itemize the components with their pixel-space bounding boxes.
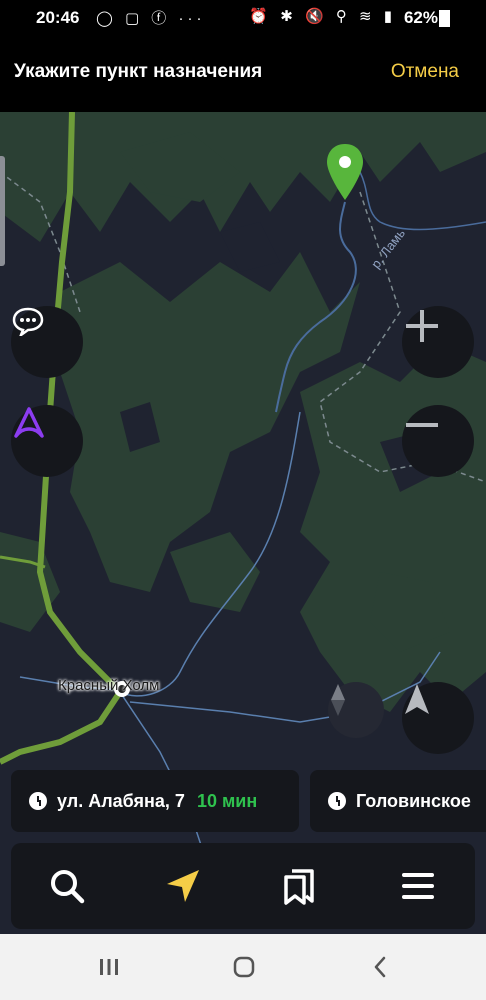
back-button[interactable]	[345, 934, 415, 1000]
recent-apps-icon	[100, 959, 118, 975]
clock-icon	[29, 792, 47, 810]
bottom-navigation	[11, 843, 475, 929]
system-status-icons: ⏰ ✱ 🔇 ⚲ ≋ ▮	[249, 8, 396, 25]
search-icon	[51, 870, 85, 904]
home-icon	[233, 956, 255, 978]
plus-icon	[406, 310, 438, 342]
system-navigation-bar	[0, 934, 486, 1000]
back-icon	[374, 956, 386, 978]
suggestion-eta: 10 мин	[196, 790, 258, 811]
zoom-in-button[interactable]	[402, 306, 474, 378]
battery-icon	[439, 10, 450, 27]
cancel-button[interactable]: Отмена	[391, 61, 459, 83]
chat-bubble-icon	[12, 307, 44, 336]
compass-button[interactable]	[328, 682, 384, 738]
menu-icon	[402, 873, 434, 899]
bookmarks-button[interactable]	[255, 843, 345, 929]
status-bar: 20:46 ◯ ▢ ⓕ ··· ⏰ ✱ 🔇 ⚲ ≋ ▮ 62%	[0, 0, 486, 34]
alice-assistant-icon	[14, 407, 44, 438]
status-time: 20:46	[36, 8, 80, 27]
side-panel-handle[interactable]	[0, 156, 5, 266]
alice-button[interactable]	[11, 405, 83, 477]
menu-button[interactable]	[373, 843, 463, 929]
destination-header: Укажите пункт назначения Отмена	[0, 34, 486, 112]
suggestion-chip[interactable]: Головинское	[310, 770, 486, 832]
suggestion-label: Головинское	[356, 790, 471, 811]
minus-icon	[406, 423, 438, 427]
clock-icon	[328, 792, 346, 810]
page-title: Укажите пункт назначения	[14, 61, 263, 82]
battery-percentage: 62%	[403, 8, 438, 27]
search-button[interactable]	[22, 843, 112, 929]
chat-button[interactable]	[11, 306, 83, 378]
navigate-icon	[167, 870, 199, 902]
city-label: Красный Холм	[58, 677, 160, 694]
suggestion-label: ул. Алабяна, 7	[57, 790, 185, 811]
navigation-arrow-icon	[405, 684, 429, 714]
home-button[interactable]	[209, 934, 279, 1000]
my-location-button[interactable]	[402, 682, 474, 754]
recent-apps-button[interactable]	[74, 934, 144, 1000]
bookmarks-icon	[284, 869, 314, 905]
compass-icon	[331, 684, 345, 716]
suggestion-chip[interactable]: ул. Алабяна, 7 10 мин	[11, 770, 299, 832]
zoom-out-button[interactable]	[402, 405, 474, 477]
notification-icons: ◯ ▢ ⓕ ···	[96, 10, 206, 27]
navigate-button[interactable]	[138, 843, 228, 929]
